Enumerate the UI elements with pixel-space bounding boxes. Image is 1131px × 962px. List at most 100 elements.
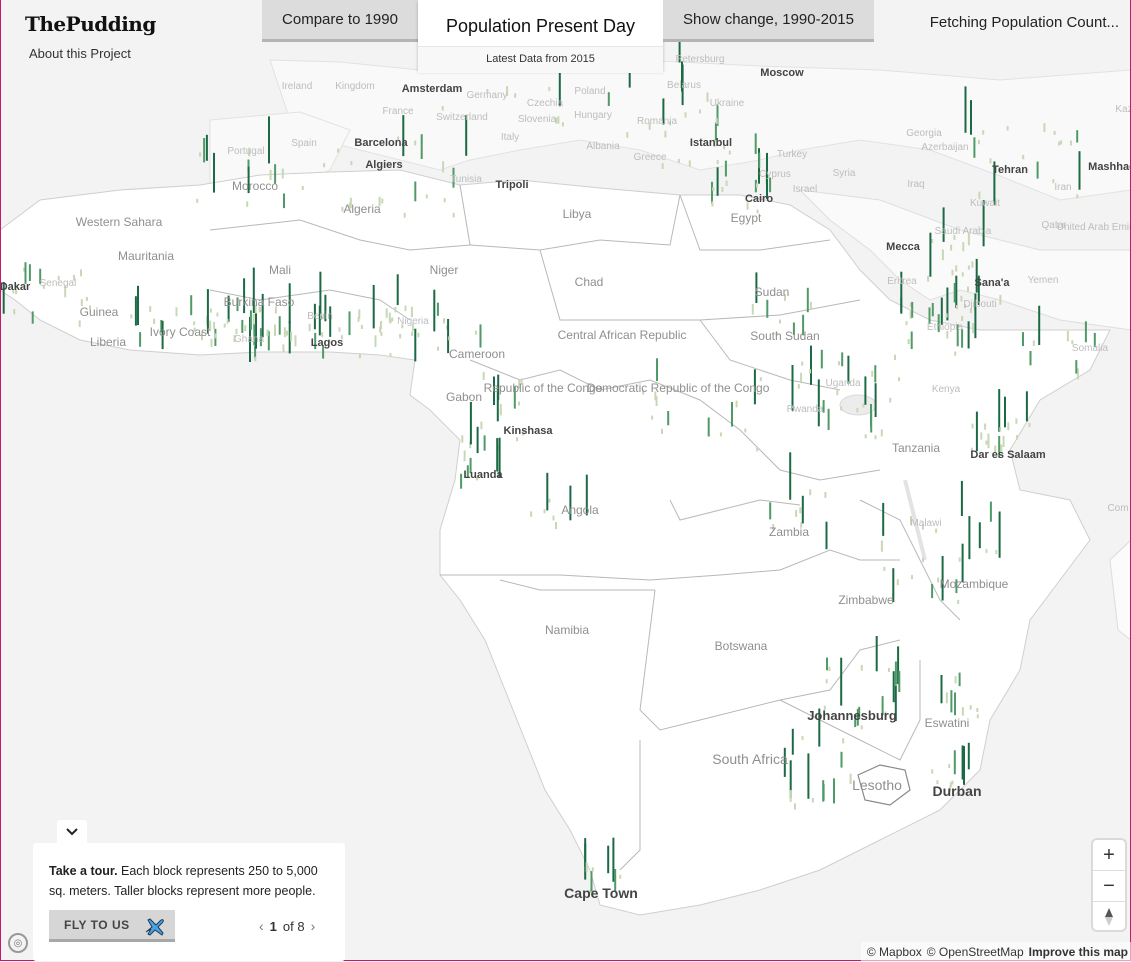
map-label: Ivory Coast — [150, 325, 211, 339]
map-label: Slovenia — [518, 114, 557, 125]
map-label: Saudi Arabia — [935, 226, 992, 237]
population-spike — [286, 330, 288, 336]
population-spike — [977, 139, 980, 145]
population-spike — [436, 302, 439, 316]
map-label: Mauritania — [118, 249, 174, 263]
zoom-out-button[interactable]: − — [1093, 871, 1125, 902]
pudding-logo[interactable]: ThePudding — [25, 12, 156, 36]
map-label: Botswana — [715, 639, 768, 653]
map-label: Mozambique — [940, 577, 1009, 591]
tab-present-day[interactable]: Population Present Day Latest Data from … — [418, 0, 663, 73]
population-spike — [1043, 123, 1046, 133]
population-spike — [789, 452, 792, 500]
map-label: Mashhad — [1088, 161, 1131, 173]
population-spike — [385, 308, 388, 318]
population-spike — [978, 522, 981, 549]
population-spike — [391, 317, 394, 322]
map-label: Johannesburg — [807, 708, 897, 723]
population-spike — [998, 389, 1001, 432]
map-label: Petersburg — [676, 54, 725, 65]
population-spike — [656, 358, 658, 381]
population-spike — [840, 751, 843, 768]
population-spike — [348, 311, 351, 336]
population-spike — [479, 324, 482, 348]
map-label: Belarus — [667, 80, 701, 91]
population-spike — [744, 428, 747, 433]
map-label: Ghana — [234, 334, 264, 345]
tab-compare-1990[interactable]: Compare to 1990 — [262, 0, 418, 42]
population-spike — [403, 212, 406, 218]
population-spike — [967, 321, 970, 349]
population-spike — [414, 140, 417, 146]
map-label: Tunisia — [450, 174, 482, 185]
population-spike — [190, 295, 193, 316]
tab-present-day-subtitle: Latest Data from 2015 — [418, 46, 663, 73]
map-label: Kenya — [932, 384, 961, 395]
population-spike — [969, 705, 972, 710]
population-spike — [1016, 435, 1018, 440]
population-spike — [758, 152, 761, 169]
population-spike — [794, 803, 796, 810]
map-label: Namibia — [545, 623, 589, 637]
mapbox-logo-icon[interactable]: ◎ — [8, 933, 28, 953]
population-spike — [1060, 140, 1063, 145]
population-spike — [244, 325, 247, 332]
population-spike — [203, 138, 206, 163]
map-label: Ireland — [282, 81, 313, 92]
about-link[interactable]: About this Project — [29, 46, 131, 61]
map-label: Albania — [586, 141, 620, 152]
map-label: Somalia — [1072, 343, 1109, 354]
compass-button[interactable] — [1093, 902, 1125, 932]
population-spike — [209, 308, 212, 313]
map-label: Ethiopia — [927, 322, 964, 333]
map-label: Istanbul — [690, 137, 732, 149]
population-map[interactable]: Ireland Kingdom Amsterdam Germany Poland… — [0, 0, 1131, 962]
population-spike — [716, 160, 719, 164]
population-spike — [716, 167, 719, 196]
population-spike — [956, 305, 958, 310]
population-spike — [961, 745, 964, 780]
population-spike — [864, 376, 867, 405]
population-spike — [883, 566, 886, 571]
next-arrow-icon[interactable]: › — [311, 918, 316, 934]
osm-credit[interactable]: © OpenStreetMap — [927, 945, 1024, 959]
population-spike — [970, 100, 972, 135]
population-spike — [433, 289, 436, 332]
map-label: South Sudan — [750, 329, 819, 343]
population-spike — [809, 489, 812, 496]
population-spike — [874, 435, 877, 440]
population-spike — [664, 130, 667, 138]
population-spike — [437, 346, 439, 351]
population-spike — [719, 432, 722, 437]
population-spike — [940, 675, 943, 704]
map-label: Liberia — [90, 335, 126, 349]
map-label: Tripoli — [496, 179, 529, 191]
map-label: South Africa — [712, 751, 788, 767]
map-label: Turkey — [777, 149, 807, 160]
population-spike — [223, 323, 226, 328]
population-spike — [800, 372, 803, 382]
tab-show-change[interactable]: Show change, 1990-2015 — [663, 0, 874, 42]
map-label: Algiers — [365, 159, 402, 171]
population-spike — [910, 331, 913, 349]
mapbox-credit[interactable]: © Mapbox — [867, 945, 922, 959]
fly-to-us-button[interactable]: FLY TO US — [49, 910, 175, 942]
population-spike — [651, 415, 654, 420]
population-spike — [626, 132, 629, 138]
population-spike — [971, 423, 974, 429]
population-spike — [612, 837, 615, 882]
zoom-in-button[interactable]: + — [1093, 840, 1125, 871]
population-spike — [389, 353, 392, 358]
map-label: Uganda — [825, 378, 860, 389]
prev-arrow-icon[interactable]: ‹ — [259, 918, 264, 934]
population-spike — [825, 521, 828, 550]
population-spike — [827, 408, 830, 430]
improve-map-link[interactable]: Improve this map — [1029, 945, 1128, 959]
map-label: Morocco — [232, 179, 278, 193]
population-spike — [998, 511, 1001, 558]
tour-collapse-button[interactable] — [57, 820, 87, 844]
population-spike — [357, 317, 360, 322]
map-label: Ukraine — [710, 98, 745, 109]
tab-present-day-title: Population Present Day — [445, 16, 636, 36]
population-spike — [984, 423, 987, 430]
